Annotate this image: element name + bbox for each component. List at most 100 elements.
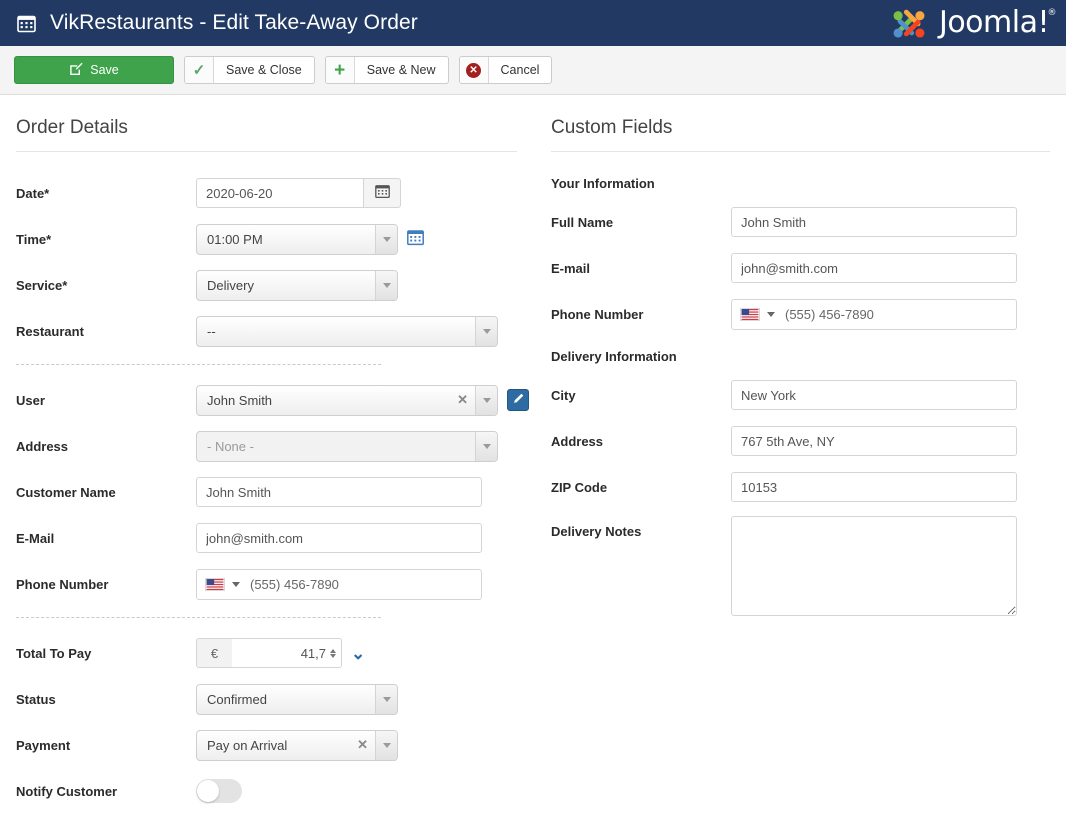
user-select-value: John Smith (207, 392, 273, 408)
order-details-column: Order Details Date* 2020-06-20 Time* 01:… (0, 95, 533, 814)
user-select[interactable]: John Smith ✕ (196, 384, 498, 416)
field-row-service: Service* Delivery (16, 268, 517, 302)
field-row-payment: Payment Pay on Arrival ✕ (16, 728, 517, 762)
date-input[interactable] (196, 178, 363, 208)
custom-phone-input-group[interactable]: (555) 456-7890 (731, 298, 1017, 330)
joomla-brand-text: Joomla! (938, 5, 1050, 40)
toolbar: Save ✓ Save & Close + Save & New ✕ Cance… (0, 46, 1066, 95)
payment-select[interactable]: Pay on Arrival ✕ (196, 729, 398, 761)
cancel-button-label: Cancel (500, 63, 540, 77)
field-row-city: City (551, 378, 1050, 412)
field-row-status: Status Confirmed (16, 682, 517, 716)
customer-name-input[interactable] (196, 477, 482, 507)
zip-label: ZIP Code (551, 479, 608, 495)
chevron-down-icon (375, 684, 397, 714)
field-row-full-name: Full Name (551, 205, 1050, 239)
restaurant-select-value: -- (207, 323, 216, 339)
circle-x-icon: ✕ (459, 57, 489, 83)
restaurant-label: Restaurant (16, 323, 84, 339)
save-button-label: Save (90, 63, 119, 77)
edit-user-button[interactable] (507, 389, 529, 411)
delivery-address-input[interactable] (731, 426, 1017, 456)
field-row-customer-name: Customer Name (16, 475, 517, 509)
field-row-zip: ZIP Code (551, 470, 1050, 504)
delivery-address-label: Address (551, 433, 604, 449)
date-input-group (196, 178, 401, 208)
chevron-down-icon (475, 316, 497, 346)
us-flag-icon (205, 577, 225, 591)
service-select[interactable]: Delivery (196, 269, 398, 301)
save-new-button[interactable]: + Save & New (324, 56, 449, 84)
field-row-address: Address - None - (16, 429, 517, 463)
content-area: Order Details Date* 2020-06-20 Time* 01:… (0, 95, 1066, 814)
email-input[interactable] (196, 523, 482, 553)
address-select[interactable]: - None - (196, 430, 498, 462)
time-select-value: 01:00 PM (207, 231, 263, 247)
group-your-information: Your Information (551, 176, 655, 191)
notify-customer-toggle[interactable] (196, 779, 242, 803)
us-flag-icon (740, 307, 760, 321)
clear-x-icon[interactable]: ✕ (355, 731, 375, 760)
cancel-button[interactable]: ✕ Cancel (458, 56, 553, 84)
field-row-date: Date* (16, 176, 517, 210)
address-select-value: - None - (207, 438, 254, 454)
full-name-label: Full Name (551, 214, 614, 230)
calendar-clock-icon[interactable] (407, 229, 424, 249)
plus-icon: + (325, 57, 355, 83)
notify-customer-label: Notify Customer (16, 783, 118, 799)
field-row-notify-customer: Notify Customer (16, 774, 517, 808)
payment-select-value: Pay on Arrival (207, 737, 288, 753)
date-picker-button[interactable] (363, 178, 401, 208)
save-close-button-label: Save & Close (226, 63, 302, 77)
delivery-notes-textarea[interactable] (731, 516, 1017, 616)
stepper-arrows-icon[interactable] (330, 648, 336, 658)
city-label: City (551, 387, 576, 403)
date-label: Date* (16, 185, 50, 201)
field-row-email: E-Mail (16, 521, 517, 555)
delivery-notes-label: Delivery Notes (551, 524, 642, 539)
phone-label: Phone Number (16, 576, 109, 592)
chevron-down-icon[interactable]: ⌄ (351, 645, 365, 662)
custom-fields-column: Custom Fields Your Information Full Name… (533, 95, 1066, 814)
calendar-icon (16, 13, 36, 33)
total-to-pay-stepper[interactable]: 41,7 (232, 638, 342, 668)
joomla-mark-icon (893, 9, 925, 38)
time-select[interactable]: 01:00 PM (196, 223, 398, 255)
status-select[interactable]: Confirmed (196, 683, 398, 715)
service-label: Service* (16, 277, 68, 293)
field-row-delivery-notes: Delivery Notes (551, 516, 1050, 616)
custom-fields-title: Custom Fields (551, 117, 673, 138)
save-close-button[interactable]: ✓ Save & Close (184, 56, 315, 84)
custom-email-input[interactable] (731, 253, 1017, 283)
joomla-logo: Joomla! ® (887, 3, 1056, 43)
email-label: E-Mail (16, 530, 55, 546)
save-button[interactable]: Save (14, 56, 174, 84)
edit-square-icon (69, 62, 83, 79)
field-row-total-to-pay: Total To Pay € 41,7 ⌄ (16, 636, 517, 670)
payment-label: Payment (16, 737, 71, 753)
phone-input-group[interactable]: (555) 456-7890 (196, 568, 482, 600)
full-name-input[interactable] (731, 207, 1017, 237)
restaurant-select[interactable]: -- (196, 315, 498, 347)
divider-dashed-user (16, 364, 381, 365)
section-divider (16, 151, 517, 152)
joomla-wordmark: Joomla! ® (938, 5, 1057, 40)
chevron-down-icon (475, 431, 497, 461)
group-delivery-information: Delivery Information (551, 349, 677, 364)
time-label: Time* (16, 231, 52, 247)
user-label: User (16, 392, 45, 408)
registered-mark: ® (1047, 8, 1057, 18)
header-left: VikRestaurants - Edit Take-Away Order (16, 11, 418, 35)
check-icon: ✓ (185, 57, 214, 83)
field-row-user: User John Smith ✕ (16, 383, 529, 417)
clear-x-icon[interactable]: ✕ (455, 386, 475, 415)
app-header: VikRestaurants - Edit Take-Away Order Jo… (0, 0, 1066, 46)
chevron-down-icon (375, 270, 397, 300)
zip-input[interactable] (731, 472, 1017, 502)
city-input[interactable] (731, 380, 1017, 410)
section-divider (551, 151, 1050, 152)
total-to-pay-label: Total To Pay (16, 645, 92, 661)
field-row-time: Time* 01:00 PM (16, 222, 517, 256)
currency-symbol: € (196, 638, 232, 668)
chevron-down-icon (375, 730, 397, 760)
